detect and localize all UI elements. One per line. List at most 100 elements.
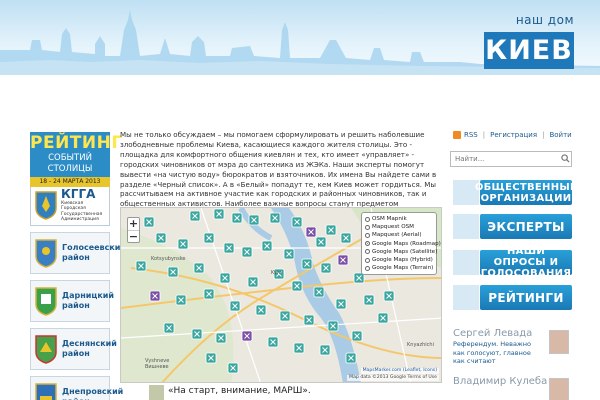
map-marker-icon[interactable] [215,332,227,344]
map-marker-icon[interactable] [155,232,167,244]
expert-avatar[interactable] [549,330,569,354]
radio-icon[interactable] [365,265,370,271]
map-marker-icon[interactable] [305,226,317,238]
map-layer-option[interactable]: Google Maps (Satellite) [365,248,437,256]
map-marker-icon[interactable] [227,362,239,374]
map-marker-icon[interactable] [193,262,205,274]
map-marker-icon[interactable] [248,214,260,226]
map-marker-icon[interactable] [241,246,253,258]
map-marker-icon[interactable] [313,286,325,298]
map-layer-option[interactable]: Mapquest (Aerial) [365,231,433,239]
map-marker-icon[interactable] [303,314,315,326]
map-attribution-link[interactable]: MapsMarker.com (Leaflet, Icons) [360,368,439,374]
map-marker-icon[interactable] [291,280,303,292]
rating-banner[interactable]: РЕЙТИНГ СОБЫТИЙ СТОЛИЦЫ 18 - 24 МАРТА 20… [30,132,122,187]
map-marker-icon[interactable] [293,342,305,354]
search-input[interactable] [450,151,572,167]
map-marker-icon[interactable] [279,310,291,322]
map-marker-icon[interactable] [163,322,175,334]
map-marker-icon[interactable] [335,298,347,310]
map-marker-icon[interactable] [325,224,337,236]
map-zoom-control: + − [127,217,140,243]
map-layer-option[interactable]: Google Maps (Terrain) [365,264,433,272]
map-marker-icon[interactable] [135,260,147,272]
map-marker-icon[interactable] [340,232,352,244]
post-thumbnail[interactable] [149,385,164,400]
district-darnytskyi[interactable]: Дарницкий район [30,280,114,322]
radio-icon[interactable] [365,224,370,230]
register-link[interactable]: Регистрация [490,131,537,139]
map-marker-icon[interactable] [320,262,332,274]
map-layer-option[interactable]: Google Maps (Hybrid) [365,256,433,264]
map-marker-icon[interactable] [219,272,231,284]
district-golosiivskyi[interactable]: Голосеевский район [30,232,126,274]
zoom-in-button[interactable]: + [128,218,139,230]
expert-card[interactable]: Сергей Левада Референдум. Неважно как го… [453,328,573,366]
public-organizations-button[interactable]: ОБЩЕСТВЕННЫЕ ОРГАНИЗАЦИИ [475,180,577,205]
radio-icon[interactable] [365,249,370,255]
search-icon[interactable] [561,154,570,163]
map-marker-icon[interactable] [383,290,395,302]
map-marker-icon[interactable] [261,240,273,252]
kgga-banner[interactable]: КГГА Киевская Городская Государственная … [30,184,110,226]
zoom-out-button[interactable]: − [128,230,139,242]
map-marker-icon[interactable] [301,258,313,270]
ratings-button[interactable]: РЕЙТИНГИ [480,285,572,310]
map-marker-icon[interactable] [267,336,279,348]
map-marker-icon[interactable] [241,330,253,342]
map-marker-icon[interactable] [177,238,189,250]
map-marker-icon[interactable] [189,210,201,222]
map-marker-icon[interactable] [203,232,215,244]
login-link[interactable]: Войти [549,131,571,139]
map-marker-icon[interactable] [175,294,187,306]
map-marker-icon[interactable] [345,352,357,364]
map-layer-option[interactable]: Google Maps (Roadmap) [365,240,441,248]
radio-icon[interactable] [365,216,370,222]
rss-link[interactable]: RSS [464,131,478,139]
map-marker-icon[interactable] [315,236,327,248]
map-layer-option[interactable]: Mapquest OSM [365,223,433,231]
map-marker-icon[interactable] [191,328,203,340]
map-marker-icon[interactable] [337,254,349,266]
map-place-label: Kotsyubynske [151,256,185,262]
site-logo[interactable]: наш дом КИЕВ [484,13,574,71]
radio-icon[interactable] [365,241,370,247]
map-marker-icon[interactable] [291,216,303,228]
district-desnianskyi[interactable]: Деснянский район [30,328,117,370]
map-marker-icon[interactable] [167,266,179,278]
experts-button[interactable]: ЭКСПЕРТЫ [480,214,572,239]
expert-quote[interactable]: Референдум. Неважно как голосуют, главно… [453,340,541,366]
radio-icon[interactable] [365,257,370,263]
expert-avatar[interactable] [549,378,569,400]
map-marker-icon[interactable] [143,216,155,228]
district-emblem-icon [35,335,57,364]
map-marker-icon[interactable] [319,344,331,356]
map-marker-icon[interactable] [377,312,389,324]
map-layer-switcher: OSM Mapnik Mapquest OSM Mapquest (Aerial) G… [361,212,441,276]
map-marker-icon[interactable] [149,290,161,302]
map-marker-icon[interactable] [363,294,375,306]
map-marker-icon[interactable] [205,352,217,364]
rss-icon[interactable] [453,131,461,139]
map-marker-icon[interactable] [351,330,363,342]
district-label: Деснянский район [62,339,117,358]
city-map[interactable]: Kotsyubynske Vyshneve Вишневе Kyiv Knyazhich… [120,207,442,383]
map-marker-icon[interactable] [223,242,235,254]
map-marker-icon[interactable] [327,320,339,332]
map-layer-option[interactable]: OSM Mapnik [365,215,433,223]
map-layer-label: Google Maps (Satellite) [372,248,438,255]
expert-card[interactable]: Владимир Кулеба [453,376,573,400]
polls-button[interactable]: НАШИ ОПРОСЫ И ГОЛОСОВАНИЯ [480,246,572,279]
map-marker-icon[interactable] [255,304,267,316]
map-marker-icon[interactable] [229,300,241,312]
map-marker-icon[interactable] [283,248,295,260]
map-marker-icon[interactable] [203,288,215,300]
map-marker-icon[interactable] [213,208,225,220]
map-marker-icon[interactable] [231,212,243,224]
post-title[interactable]: «На старт, внимание, МАРШ». [168,386,311,396]
map-marker-icon[interactable] [247,276,259,288]
map-layer-label: OSM Mapnik [372,216,407,222]
radio-icon[interactable] [365,233,370,238]
map-marker-icon[interactable] [269,212,281,224]
district-dniprovskyi[interactable]: Днепровский район [30,376,123,400]
